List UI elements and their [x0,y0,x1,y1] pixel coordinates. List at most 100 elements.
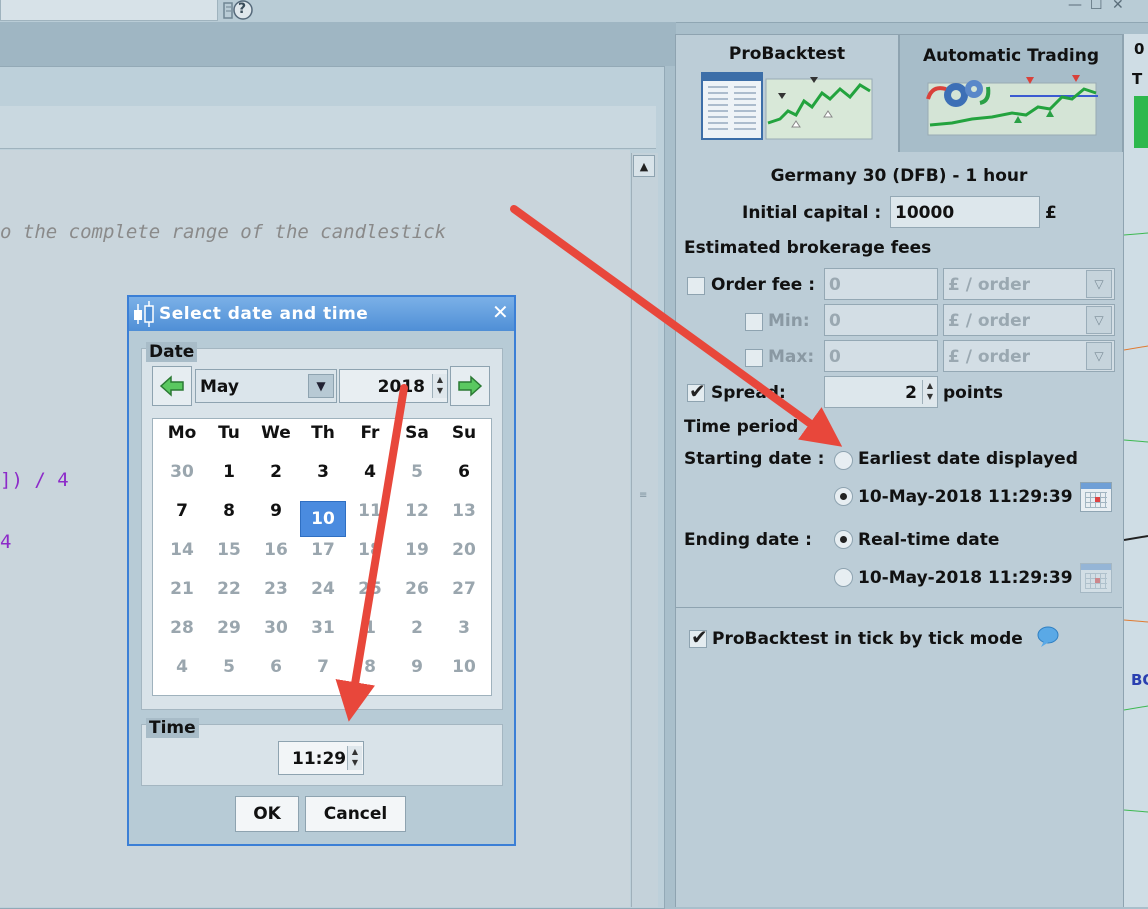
calendar-day[interactable]: 1 [347,618,393,654]
calendar-day[interactable]: 6 [253,657,299,693]
previous-month-button[interactable] [152,366,192,406]
max-fee-checkbox[interactable] [745,349,763,367]
calendar-day[interactable]: 5 [206,657,252,693]
spread-value: 2 [905,383,917,403]
calendar-day[interactable]: 8 [347,657,393,693]
calendar-day[interactable]: 30 [159,462,205,498]
calendar-day[interactable]: 2 [253,462,299,498]
tab-automatic-trading[interactable]: Automatic Trading [899,34,1123,152]
start-earliest-radio[interactable] [834,451,853,470]
max-fee-input[interactable]: 0 [824,340,938,372]
spread-checkbox[interactable] [687,379,706,403]
close-window-button[interactable]: ✕ [1112,0,1124,13]
probacktest-icon [701,72,873,140]
calendar-day[interactable]: 5 [394,462,440,498]
start-date-radio[interactable] [834,487,853,506]
calendar-day[interactable]: 18 [347,540,393,576]
help-icon[interactable]: ? [222,0,254,22]
year-input[interactable]: 2018 ▲ ▼ [339,369,448,403]
calendar-day[interactable]: 3 [300,462,346,498]
calendar-day[interactable]: 7 [300,657,346,693]
max-fee-unit-select[interactable]: £ / order ▽ [943,340,1115,372]
time-spinner[interactable]: ▲ ▼ [347,746,362,770]
tab-label: ProBacktest [728,44,846,64]
cancel-button[interactable]: Cancel [305,796,406,832]
calendar-day[interactable]: 19 [394,540,440,576]
order-fee-checkbox[interactable] [687,277,705,295]
calendar-day[interactable]: 6 [441,462,487,498]
calendar-day[interactable]: 17 [300,540,346,576]
minimize-button[interactable]: — [1068,0,1082,13]
arrow-right-icon [458,375,483,397]
calendar-day[interactable]: 20 [441,540,487,576]
calendar-day[interactable]: 22 [206,579,252,615]
calendar-day[interactable]: 3 [441,618,487,654]
scroll-grip-icon[interactable]: ≡ [639,490,647,501]
calendar-day[interactable]: 26 [394,579,440,615]
calendar-day[interactable]: 15 [206,540,252,576]
order-fee-label: Order fee : [711,275,816,295]
calendar-day[interactable]: 14 [159,540,205,576]
calendar-day[interactable]: 12 [394,501,440,537]
end-calendar-button[interactable] [1080,563,1112,593]
calendar-day[interactable]: 29 [206,618,252,654]
calendar-day-selected[interactable]: 10 [300,501,346,537]
initial-capital-label: Initial capital : [742,203,882,223]
initial-capital-input[interactable]: 10000 [890,196,1040,228]
calendar-day[interactable]: 25 [347,579,393,615]
automatic-trading-icon [926,75,1098,136]
maximize-button[interactable]: ☐ [1090,0,1103,13]
chevron-down-icon: ▽ [1086,306,1112,334]
calendar-day[interactable]: 7 [159,501,205,537]
spread-input[interactable]: 2 ▲ ▼ [824,376,938,408]
start-calendar-button[interactable] [1080,482,1112,512]
next-month-button[interactable] [450,366,490,406]
spread-spinner[interactable]: ▲ ▼ [922,380,937,404]
calendar-day[interactable]: 8 [206,501,252,537]
unit-label: £ / order [948,275,1031,295]
toolbar-field[interactable] [0,0,218,21]
calendar-day[interactable]: 24 [300,579,346,615]
min-fee-label: Min: [768,311,810,331]
editor-vertical-scrollbar[interactable] [631,153,658,907]
calendar-day[interactable]: 28 [159,618,205,654]
min-fee-input[interactable]: 0 [824,304,938,336]
ok-button[interactable]: OK [235,796,299,832]
calendar-day[interactable]: 31 [300,618,346,654]
time-input[interactable]: 11:29 ▲ ▼ [278,741,364,775]
calendar-day[interactable]: 1 [206,462,252,498]
calendar-day[interactable]: 13 [441,501,487,537]
calendar-day[interactable]: 4 [159,657,205,693]
calendar-day[interactable]: 9 [394,657,440,693]
calendar-day[interactable]: 11 [347,501,393,537]
calendar-day[interactable]: 2 [394,618,440,654]
calendar-day[interactable]: 21 [159,579,205,615]
min-fee-checkbox[interactable] [745,313,763,331]
calendar-day[interactable]: 27 [441,579,487,615]
info-bubble-icon[interactable] [1036,626,1060,648]
calendar-day[interactable]: 16 [253,540,299,576]
fees-header: Estimated brokerage fees [684,238,932,258]
dialog-close-button[interactable]: ✕ [492,300,509,324]
weekday-header: Mo [167,423,197,443]
arrow-left-icon [159,375,184,397]
scroll-up-button[interactable]: ▲ [633,155,655,177]
calendar-day[interactable]: 23 [253,579,299,615]
chart-edge-green-block [1134,96,1148,148]
code-line: ]) / 4 [0,469,69,491]
end-date-radio[interactable] [834,568,853,587]
tick-mode-checkbox[interactable] [689,625,708,649]
min-fee-unit-select[interactable]: £ / order ▽ [943,304,1115,336]
order-fee-unit-select[interactable]: £ / order ▽ [943,268,1115,300]
tab-probacktest[interactable]: ProBacktest [675,34,899,152]
calendar-day[interactable]: 9 [253,501,299,537]
year-spinner[interactable]: ▲ ▼ [432,374,447,398]
order-fee-input[interactable]: 0 [824,268,938,300]
calendar-day[interactable]: 10 [441,657,487,693]
chevron-down-icon: ▽ [1086,342,1112,370]
unit-label: £ / order [948,347,1031,367]
end-realtime-radio[interactable] [834,530,853,549]
calendar-day[interactable]: 30 [253,618,299,654]
month-select[interactable]: May ▼ [195,369,337,403]
calendar-day[interactable]: 4 [347,462,393,498]
